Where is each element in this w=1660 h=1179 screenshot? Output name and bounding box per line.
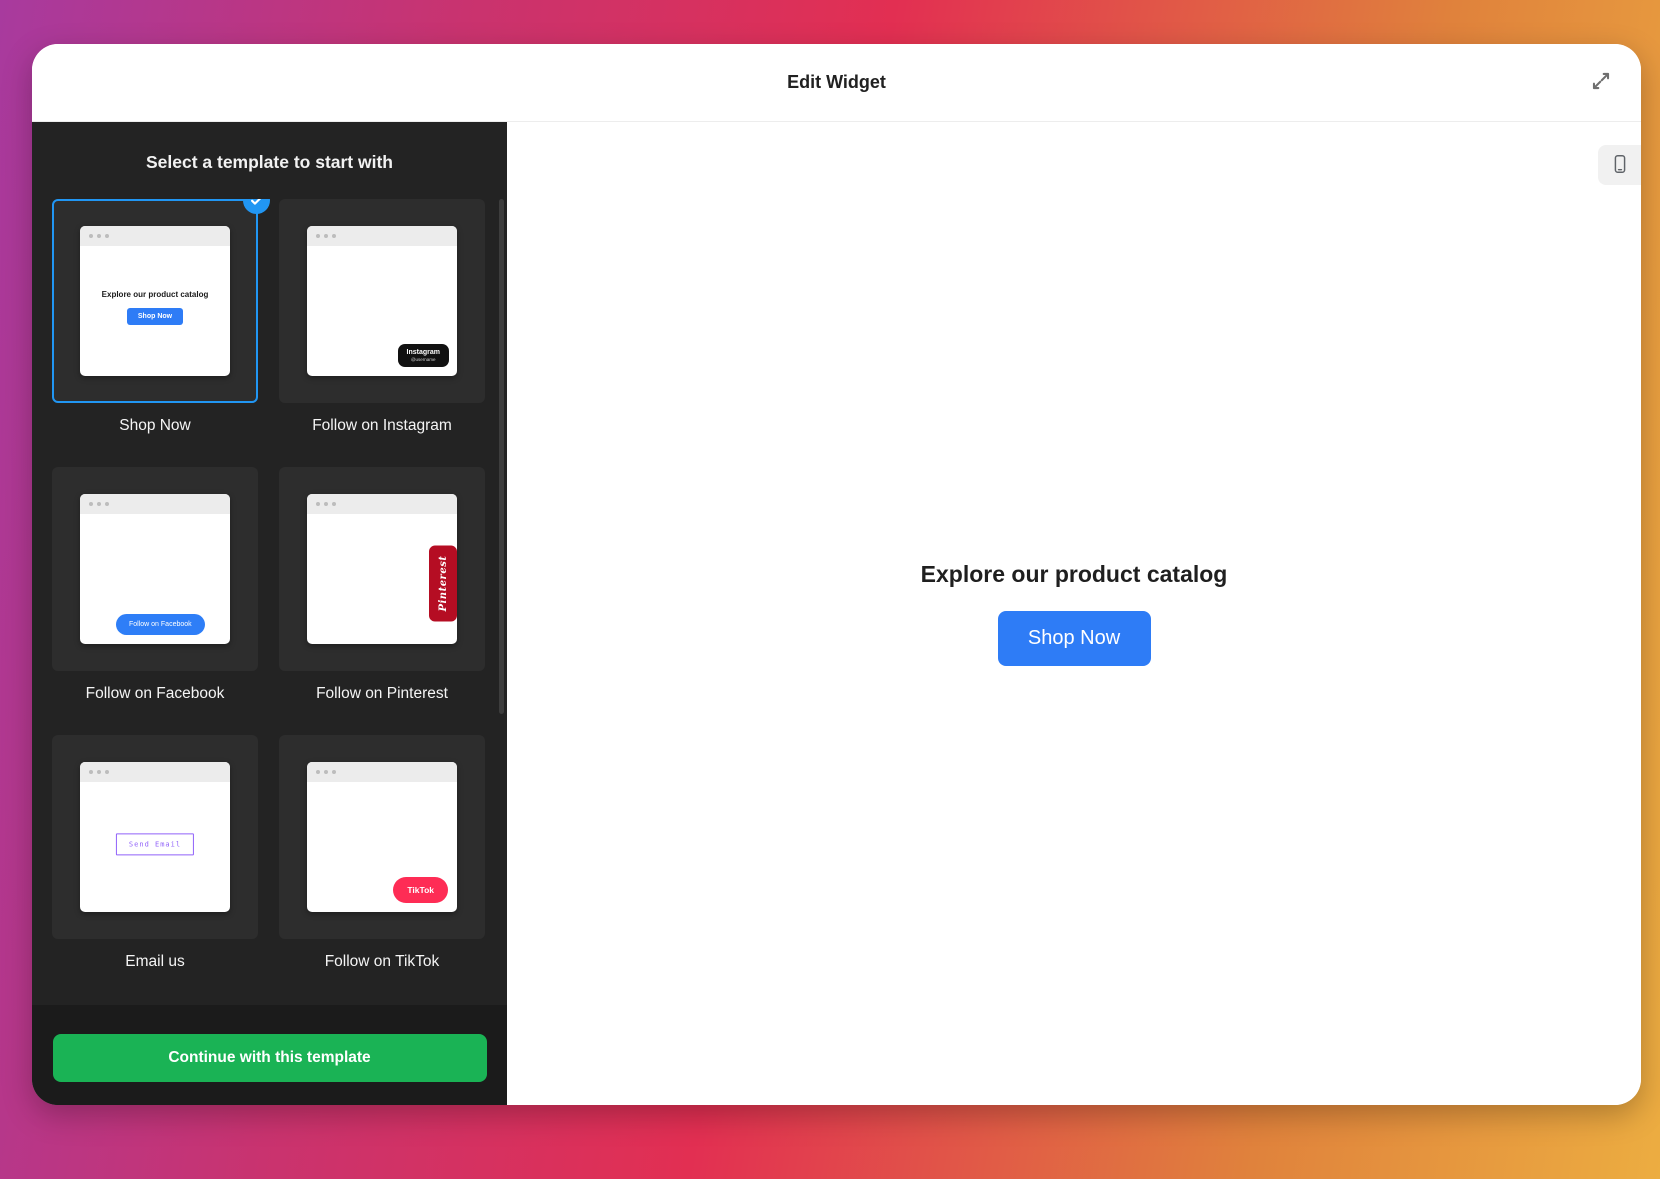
shop-now-button[interactable]: Shop Now <box>998 611 1151 666</box>
template-preview-window: Explore our product catalog Shop Now <box>80 226 230 376</box>
template-label: Follow on Instagram <box>279 417 485 435</box>
template-card-shop-now[interactable]: Explore our product catalog Shop Now <box>52 199 258 403</box>
template-label: Follow on Facebook <box>52 685 258 703</box>
window-dots-icon <box>80 762 230 782</box>
widget-preview-area: Explore our product catalog Shop Now <box>507 122 1641 1105</box>
window-dots-icon <box>307 494 457 514</box>
mini-shop-now-button: Shop Now <box>127 308 183 325</box>
sidebar-footer: Continue with this template <box>32 1005 507 1105</box>
template-preview-window: Pinterest <box>307 494 457 644</box>
mini-tiktok-button: TikTok <box>393 877 448 903</box>
mini-instagram-badge: Instagram @username <box>398 344 449 367</box>
template-preview-window: Send Email <box>80 762 230 912</box>
widget-heading: Explore our product catalog <box>921 561 1228 588</box>
template-cell-tiktok: TikTok Follow on TikTok <box>279 735 485 971</box>
edit-widget-modal: Edit Widget Select a template to start w… <box>32 44 1641 1105</box>
template-list[interactable]: Explore our product catalog Shop Now Sho… <box>32 199 507 1005</box>
template-card-instagram[interactable]: Instagram @username <box>279 199 485 403</box>
template-cell-shop-now: Explore our product catalog Shop Now Sho… <box>52 199 258 435</box>
mini-heading: Explore our product catalog <box>102 290 209 299</box>
modal-title: Edit Widget <box>787 72 886 93</box>
mini-facebook-button: Follow on Facebook <box>116 614 205 635</box>
template-cell-email: Send Email Email us <box>52 735 258 971</box>
template-cell-pinterest: Pinterest Follow on Pinterest <box>279 467 485 703</box>
modal-header: Edit Widget <box>32 44 1641 122</box>
template-cell-instagram: Instagram @username Follow on Instagram <box>279 199 485 435</box>
template-label: Follow on TikTok <box>279 953 485 971</box>
template-card-pinterest[interactable]: Pinterest <box>279 467 485 671</box>
mobile-icon <box>1609 153 1631 178</box>
check-icon <box>243 199 270 214</box>
template-label: Shop Now <box>52 417 258 435</box>
expand-diagonal-icon <box>1588 68 1614 97</box>
mobile-preview-button[interactable] <box>1598 145 1641 185</box>
template-sidebar: Select a template to start with <box>32 122 507 1105</box>
template-label: Email us <box>52 953 258 971</box>
template-card-facebook[interactable]: Follow on Facebook <box>52 467 258 671</box>
mini-pinterest-tab: Pinterest <box>429 546 457 622</box>
continue-template-button[interactable]: Continue with this template <box>53 1034 487 1082</box>
template-preview-window: Follow on Facebook <box>80 494 230 644</box>
window-dots-icon <box>80 494 230 514</box>
window-dots-icon <box>307 226 457 246</box>
template-cell-facebook: Follow on Facebook Follow on Facebook <box>52 467 258 703</box>
expand-button[interactable] <box>1583 65 1619 101</box>
template-label: Follow on Pinterest <box>279 685 485 703</box>
mini-send-email-button: Send Email <box>116 833 194 855</box>
template-preview-window: Instagram @username <box>307 226 457 376</box>
sidebar-heading: Select a template to start with <box>32 122 507 199</box>
sidebar-scrollbar[interactable] <box>499 199 504 714</box>
template-preview-window: TikTok <box>307 762 457 912</box>
window-dots-icon <box>307 762 457 782</box>
template-card-tiktok[interactable]: TikTok <box>279 735 485 939</box>
template-card-email[interactable]: Send Email <box>52 735 258 939</box>
